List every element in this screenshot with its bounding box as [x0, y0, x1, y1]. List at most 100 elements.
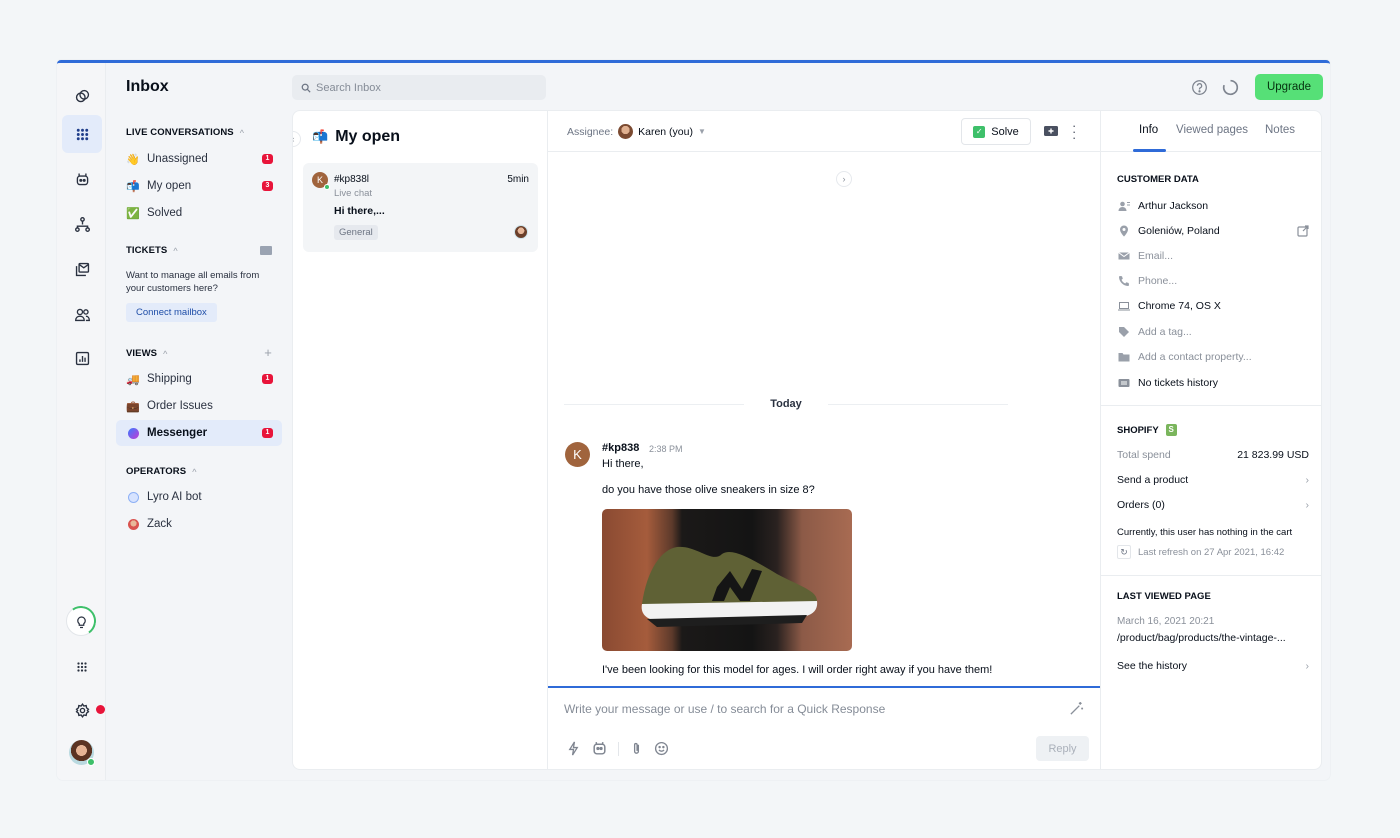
assignee-dropdown[interactable]: Assignee: Karen (you) ▼: [567, 124, 706, 139]
active-tab-indicator: [1133, 149, 1166, 152]
sidebar-item-lyro-ai-bot[interactable]: Lyro AI bot: [116, 484, 282, 510]
person-icon: [1117, 200, 1130, 212]
sidebar-item-my-open[interactable]: 📬 My open 3: [116, 173, 282, 199]
rail-campaigns[interactable]: [62, 250, 102, 288]
customer-name-row[interactable]: Arthur Jackson: [1117, 200, 1309, 212]
section-heading: TICKETS: [126, 245, 168, 256]
message-time: 2:38 PM: [649, 444, 683, 454]
message-image[interactable]: [602, 509, 852, 651]
count-badge: 1: [262, 374, 273, 384]
count-badge: 1: [262, 154, 273, 164]
rail-inbox[interactable]: [62, 115, 102, 153]
customer-email-field[interactable]: Email...: [1117, 250, 1309, 262]
details-tabs: Info Viewed pages Notes: [1101, 111, 1321, 152]
tips-button[interactable]: [63, 603, 99, 639]
section-tickets[interactable]: TICKETS ^: [126, 245, 272, 256]
see-history-row[interactable]: See the history ›: [1117, 660, 1309, 672]
lightning-icon[interactable]: [566, 741, 581, 756]
send-product-row[interactable]: Send a product ›: [1117, 474, 1309, 486]
customer-phone-field[interactable]: Phone...: [1117, 275, 1309, 287]
sidebar-item-zack[interactable]: Zack: [116, 511, 282, 537]
external-link-icon[interactable]: [1297, 225, 1309, 237]
checkbox-icon: ✓: [973, 125, 986, 138]
orders-row[interactable]: Orders (0) ›: [1117, 499, 1309, 511]
top-icons: [1191, 79, 1239, 96]
waving-hand-icon: 👋: [126, 153, 140, 166]
message-composer[interactable]: Write your message or use / to search fo…: [548, 686, 1100, 769]
sidebar-title: Inbox: [126, 78, 169, 95]
paperclip-icon[interactable]: [629, 741, 644, 756]
laptop-icon: [1117, 300, 1130, 312]
rail-logo[interactable]: [62, 77, 102, 115]
emoji-icon[interactable]: [654, 741, 669, 756]
location-pin-icon: [1117, 225, 1130, 237]
connect-mailbox-button[interactable]: Connect mailbox: [126, 303, 217, 322]
sidebar-item-messenger[interactable]: Messenger 1: [116, 420, 282, 446]
caret-down-icon: ▼: [697, 127, 706, 136]
sidebar-item-solved[interactable]: ✅ Solved: [116, 200, 282, 226]
shopify-heading-text: SHOPIFY: [1117, 424, 1159, 436]
tab-notes[interactable]: Notes: [1265, 124, 1295, 136]
tag-placeholder: Add a tag...: [1138, 326, 1192, 338]
last-viewed-path[interactable]: /product/bag/products/the-vintage-...: [1117, 632, 1309, 644]
apps-grid-icon: [77, 662, 87, 672]
rail-analytics[interactable]: [62, 339, 102, 377]
notification-dot: [96, 705, 105, 714]
search-input[interactable]: Search Inbox: [292, 75, 546, 100]
customer-name: Arthur Jackson: [1138, 200, 1209, 212]
conversation-item[interactable]: K #kp838l 5min Live chat Hi there,... Ge…: [303, 163, 538, 252]
composer-placeholder: Write your message or use / to search fo…: [564, 702, 886, 716]
search-icon: [301, 83, 311, 93]
ticket-icon: [1117, 377, 1130, 389]
check-mark-icon: ✅: [126, 207, 140, 220]
sidebar-item-shipping[interactable]: 🚚 Shipping 1: [116, 366, 282, 392]
property-placeholder: Add a contact property...: [1138, 351, 1252, 363]
add-tag-field[interactable]: Add a tag...: [1117, 326, 1309, 338]
cart-status: Currently, this user has nothing in the …: [1117, 527, 1293, 538]
refresh-icon[interactable]: ↻: [1117, 545, 1131, 559]
bot-assist-icon[interactable]: [591, 740, 608, 757]
sidebar-item-unassigned[interactable]: 👋 Unassigned 1: [116, 146, 282, 172]
conversation-tag: General: [334, 225, 378, 240]
customer-location-row[interactable]: Goleniów, Poland: [1117, 225, 1309, 237]
tab-info[interactable]: Info: [1139, 124, 1158, 136]
rail-customers[interactable]: [62, 295, 102, 333]
help-icon[interactable]: [1191, 79, 1208, 96]
section-live-conversations[interactable]: LIVE CONVERSATIONS ^: [126, 127, 244, 138]
user-avatar[interactable]: [69, 740, 95, 766]
chevron-up-icon: ^: [192, 466, 197, 477]
rail-bot[interactable]: [62, 160, 102, 198]
section-divider: [1101, 405, 1321, 406]
message-text: I've been looking for this model for age…: [602, 664, 993, 676]
status-ring-icon[interactable]: [1222, 79, 1239, 96]
tab-viewed-pages[interactable]: Viewed pages: [1176, 124, 1248, 136]
assignee-name: Karen (you): [638, 125, 693, 138]
upgrade-button[interactable]: Upgrade: [1255, 74, 1323, 100]
section-views[interactable]: VIEWS ^ +: [126, 345, 272, 360]
assigned-agent-avatar: [514, 225, 528, 239]
reply-button[interactable]: Reply: [1036, 736, 1089, 761]
chevron-left-icon: ‹: [293, 134, 295, 144]
add-property-field[interactable]: Add a contact property...: [1117, 351, 1309, 363]
chevron-up-icon: ^: [163, 348, 168, 359]
message-avatar: K: [565, 442, 590, 467]
shopify-heading: SHOPIFY S: [1117, 424, 1177, 436]
magic-wand-icon[interactable]: [1069, 701, 1084, 716]
app-window: Inbox LIVE CONVERSATIONS ^ 👋 Unassigned …: [57, 60, 1330, 780]
rail-flows[interactable]: [62, 205, 102, 243]
create-ticket-icon[interactable]: [1044, 125, 1058, 137]
section-operators[interactable]: OPERATORS ^: [126, 466, 197, 477]
conversation-list: 📬 My open K #kp838l 5min Live chat Hi th…: [293, 111, 548, 769]
logo-icon: [75, 89, 89, 102]
more-options-icon[interactable]: · · ·: [1072, 119, 1076, 144]
chat-panel: Assignee: Karen (you) ▼ ✓ Solve · · · Toda…: [548, 111, 1100, 769]
rail-apps[interactable]: [62, 648, 102, 686]
solve-button[interactable]: ✓ Solve: [961, 118, 1031, 145]
bot-icon: [76, 173, 88, 185]
list-title-text: My open: [335, 128, 401, 145]
collapse-details-button[interactable]: ›: [836, 171, 852, 187]
section-heading: LIVE CONVERSATIONS: [126, 127, 234, 138]
ticket-add-icon[interactable]: [260, 246, 272, 255]
sidebar-item-order-issues[interactable]: 💼 Order Issues: [116, 393, 282, 419]
add-view-button[interactable]: +: [264, 345, 272, 360]
